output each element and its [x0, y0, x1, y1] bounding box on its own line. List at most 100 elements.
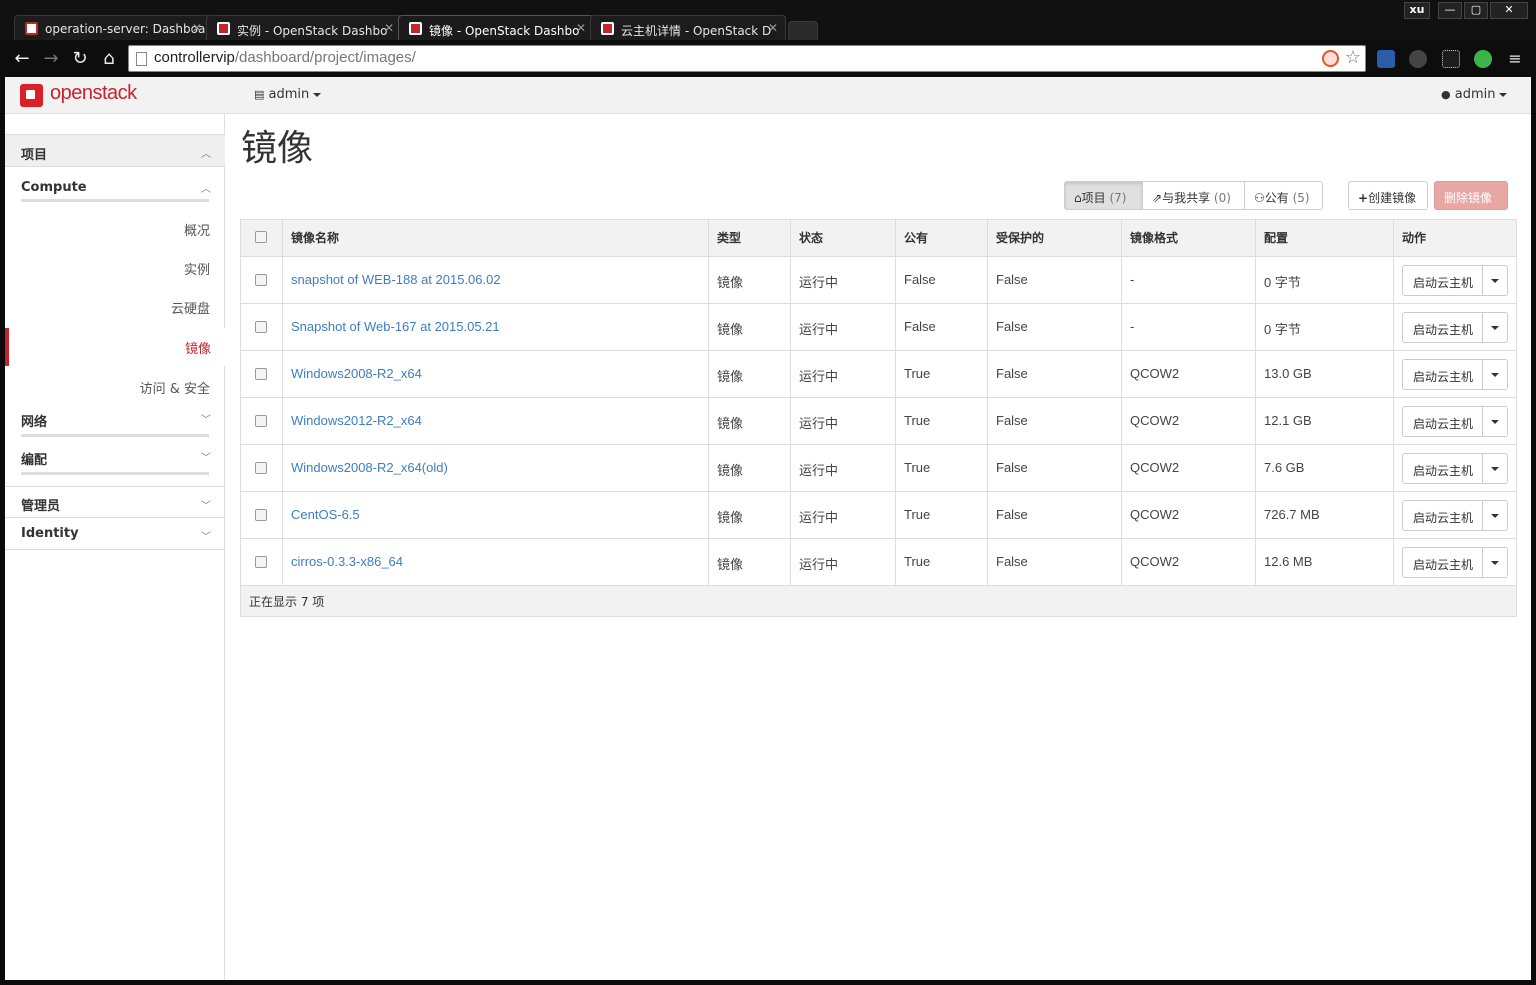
image-name-link[interactable]: Windows2008-R2_x64 [291, 366, 422, 381]
home-icon: ⌂ [1074, 191, 1082, 205]
launch-instance-button[interactable]: 启动云主机 [1402, 265, 1483, 296]
image-public: True [895, 492, 987, 538]
launch-instance-button[interactable]: 启动云主机 [1402, 312, 1483, 343]
image-size: 12.6 MB [1255, 539, 1393, 585]
launch-instance-button[interactable]: 启动云主机 [1402, 547, 1483, 578]
page-viewport: openstack ▤ admin ● admin 项目 ︿ Compute ︿ 概… [5, 77, 1531, 980]
back-icon[interactable]: ← [11, 48, 33, 70]
sidebar-item-volumes[interactable]: 云硬盘 [171, 298, 210, 317]
image-name-link[interactable]: Windows2008-R2_x64(old) [291, 460, 448, 475]
chevron-up-icon: ︿ [201, 184, 211, 195]
project-selector[interactable]: ▤ admin [254, 87, 322, 102]
row-actions-dropdown[interactable] [1482, 265, 1508, 296]
column-header-name[interactable]: 镜像名称 [282, 220, 708, 256]
filter-public-button[interactable]: ⚇公有 (5) [1244, 181, 1323, 210]
sidebar-group-compute[interactable]: Compute ︿ [21, 176, 211, 202]
row-checkbox[interactable] [255, 556, 267, 568]
row-checkbox[interactable] [255, 368, 267, 380]
tab-close-icon[interactable]: ✕ [768, 21, 778, 35]
clock-extension-icon[interactable] [1409, 50, 1427, 68]
image-name-link[interactable]: snapshot of WEB-188 at 2015.06.02 [291, 272, 501, 287]
sidebar-section-project[interactable]: 项目 ︿ [5, 134, 225, 167]
openstack-favicon-icon [217, 22, 230, 35]
tab-close-icon[interactable]: ✕ [384, 21, 394, 35]
sidebar-item-access-security[interactable]: 访问 & 安全 [140, 378, 210, 397]
sidebar-item-images[interactable]: 镜像 [5, 328, 225, 366]
close-window-icon[interactable]: ✕ [1490, 2, 1528, 19]
tab-instances[interactable]: 实例 - OpenStack Dashbo ✕ [206, 15, 402, 40]
row-checkbox[interactable] [255, 274, 267, 286]
row-actions-dropdown[interactable] [1482, 312, 1508, 343]
sidebar-section-admin[interactable]: 管理员 ﹀ [5, 486, 225, 518]
forward-icon[interactable]: → [40, 48, 62, 70]
menu-icon[interactable]: ≡ [1506, 50, 1524, 68]
row-actions-dropdown[interactable] [1482, 453, 1508, 484]
table-row: Windows2008-R2_x64(old) 镜像 运行中 True Fals… [241, 444, 1516, 491]
status-extension-icon[interactable] [1474, 50, 1492, 68]
image-protected: False [987, 351, 1121, 397]
column-header-format[interactable]: 镜像格式 [1121, 220, 1255, 256]
image-protected: False [987, 539, 1121, 585]
image-status: 运行中 [790, 398, 895, 444]
image-size: 7.6 GB [1255, 445, 1393, 491]
image-format: QCOW2 [1121, 445, 1255, 491]
image-name-link[interactable]: Snapshot of Web-167 at 2015.05.21 [291, 319, 500, 334]
column-header-size[interactable]: 配置 [1255, 220, 1393, 256]
extension-badge-icon[interactable] [1322, 50, 1339, 67]
image-size: 13.0 GB [1255, 351, 1393, 397]
sidebar-group-network[interactable]: 网络 ﹀ [21, 407, 211, 437]
maximize-icon[interactable]: ▢ [1464, 2, 1488, 19]
create-image-button[interactable]: +创建镜像 [1348, 181, 1428, 210]
image-format: QCOW2 [1121, 351, 1255, 397]
analytics-extension-icon[interactable] [1377, 50, 1395, 68]
sidebar-item-instances[interactable]: 实例 [184, 259, 210, 278]
address-bar[interactable]: controllervip/dashboard/project/images/ … [128, 45, 1366, 72]
column-header-protected[interactable]: 受保护的 [987, 220, 1121, 256]
home-icon[interactable]: ⌂ [98, 48, 120, 70]
user-menu[interactable]: ● admin [1441, 87, 1508, 102]
launch-instance-button[interactable]: 启动云主机 [1402, 406, 1483, 437]
new-tab-button[interactable] [788, 21, 818, 40]
image-size: 12.1 GB [1255, 398, 1393, 444]
profile-badge[interactable]: xu [1404, 2, 1430, 19]
image-type: 镜像 [708, 492, 790, 538]
tab-close-icon[interactable]: ✕ [576, 21, 586, 35]
image-name-link[interactable]: Windows2012-R2_x64 [291, 413, 422, 428]
launch-instance-button[interactable]: 启动云主机 [1402, 500, 1483, 531]
row-checkbox[interactable] [255, 415, 267, 427]
table-row: Snapshot of Web-167 at 2015.05.21 镜像 运行中… [241, 303, 1516, 350]
table-header: 镜像名称 类型 状态 公有 受保护的 镜像格式 配置 动作 [241, 220, 1516, 256]
filter-project-button[interactable]: ⌂项目 (7) [1064, 181, 1143, 210]
sidebar-item-overview[interactable]: 概况 [184, 220, 210, 239]
row-actions-dropdown[interactable] [1482, 547, 1508, 578]
column-header-type[interactable]: 类型 [708, 220, 790, 256]
launch-instance-button[interactable]: 启动云主机 [1402, 453, 1483, 484]
filter-shared-button[interactable]: ⇗与我共享 (0) [1142, 181, 1245, 210]
image-name-link[interactable]: CentOS-6.5 [291, 507, 360, 522]
reload-icon[interactable]: ↻ [69, 48, 91, 70]
row-actions-dropdown[interactable] [1482, 406, 1508, 437]
tab-close-icon[interactable]: ✕ [192, 21, 202, 35]
tab-instance-detail[interactable]: 云主机详情 - OpenStack D ✕ [590, 15, 786, 40]
column-header-public[interactable]: 公有 [895, 220, 987, 256]
image-name-link[interactable]: cirros-0.3.3-x86_64 [291, 554, 403, 569]
launch-instance-button[interactable]: 启动云主机 [1402, 359, 1483, 390]
tab-images[interactable]: 镜像 - OpenStack Dashbo ✕ [398, 15, 594, 40]
minimize-icon[interactable]: — [1438, 2, 1462, 19]
sidebar-section-identity[interactable]: Identity ﹀ [5, 518, 225, 550]
select-all-checkbox[interactable] [255, 231, 267, 243]
row-checkbox[interactable] [255, 509, 267, 521]
row-checkbox[interactable] [255, 462, 267, 474]
image-protected: False [987, 257, 1121, 303]
row-checkbox[interactable] [255, 321, 267, 333]
delete-images-button[interactable]: 删除镜像 [1434, 181, 1508, 210]
sidebar-group-orchestration[interactable]: 编配 ﹀ [21, 445, 211, 475]
image-public: True [895, 398, 987, 444]
tab-operation-server[interactable]: operation-server: Dashboa ✕ [14, 15, 210, 40]
row-actions-dropdown[interactable] [1482, 500, 1508, 531]
grid-extension-icon[interactable] [1442, 50, 1460, 68]
column-header-status[interactable]: 状态 [790, 220, 895, 256]
row-actions-dropdown[interactable] [1482, 359, 1508, 390]
image-public: True [895, 351, 987, 397]
bookmark-star-icon[interactable]: ☆ [1345, 47, 1361, 68]
